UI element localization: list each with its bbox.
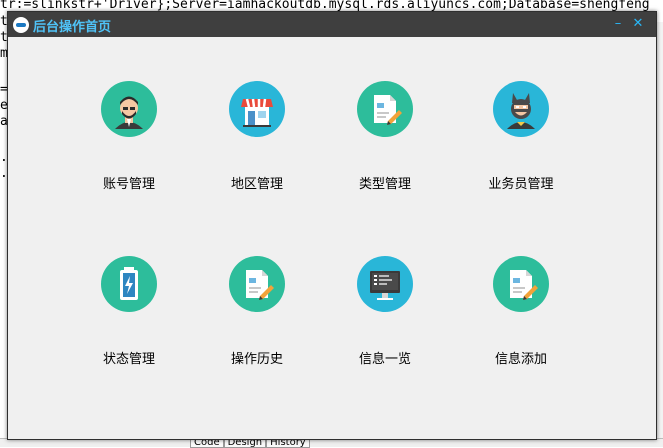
tile-account-management[interactable]: 账号管理 [74, 81, 184, 201]
tile-label: 信息添加 [494, 352, 547, 367]
close-button[interactable]: ✕ [630, 15, 646, 33]
tile-type-management[interactable]: 类型管理 [330, 81, 440, 201]
tile-label: 状态管理 [102, 352, 155, 367]
tile-region-management[interactable]: 地区管理 [202, 81, 312, 201]
document-edit-icon [493, 256, 549, 312]
main-window: 后台操作首页 – ✕ 账号管理 地区管理 类型管理 业务员管理 状态管理 操作历… [7, 11, 657, 440]
tile-grid: 账号管理 地区管理 类型管理 业务员管理 状态管理 操作历史 信息一览 信息添加 [10, 39, 652, 435]
store-icon [229, 81, 285, 137]
tile-label: 地区管理 [230, 177, 283, 192]
tile-operation-history[interactable]: 操作历史 [202, 256, 312, 376]
tile-info-overview[interactable]: 信息一览 [330, 256, 440, 376]
app-logo-icon [13, 17, 29, 33]
battery-charging-icon [101, 256, 157, 312]
title-bar[interactable]: 后台操作首页 – ✕ [8, 12, 656, 37]
window-title: 后台操作首页 [33, 20, 112, 35]
tile-label: 操作历史 [230, 352, 283, 367]
tile-label: 信息一览 [358, 352, 411, 367]
tile-status-management[interactable]: 状态管理 [74, 256, 184, 376]
tile-label: 业务员管理 [488, 177, 554, 192]
tile-salesman-management[interactable]: 业务员管理 [466, 81, 576, 201]
masked-person-icon [493, 81, 549, 137]
tile-info-add[interactable]: 信息添加 [466, 256, 576, 376]
monitor-icon [357, 256, 413, 312]
user-avatar-icon [101, 81, 157, 137]
minimize-button[interactable]: – [610, 15, 626, 33]
tile-label: 类型管理 [358, 177, 411, 192]
document-edit-icon [357, 81, 413, 137]
document-edit-icon [229, 256, 285, 312]
tile-label: 账号管理 [102, 177, 155, 192]
